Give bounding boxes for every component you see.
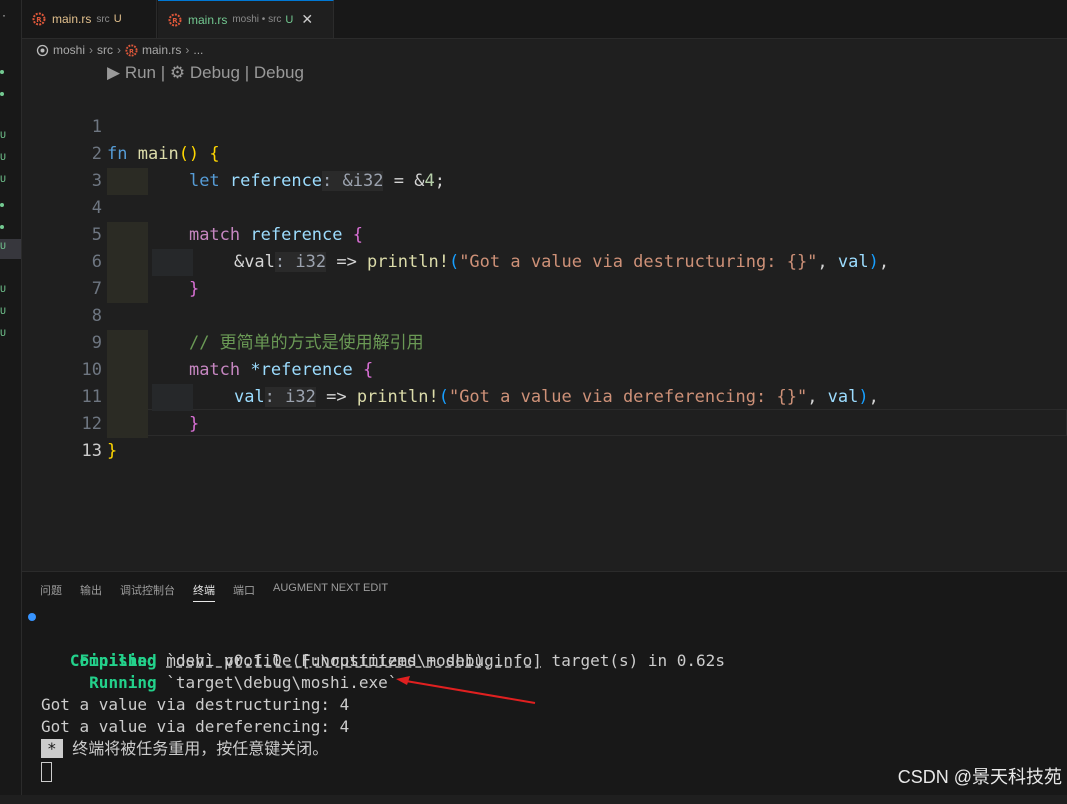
rust-file-icon: R [32,12,46,26]
close-icon[interactable]: ✕ [301,11,313,28]
status-dot-icon [0,92,4,96]
tab-augment-next-edit[interactable]: AUGMENT NEXT EDIT [273,582,388,602]
status-dot-icon [0,203,4,207]
terminal-line: Compiling moshi v0.1.0 (F:\rustitems\mos… [22,606,484,670]
git-status-u: U [0,175,7,186]
code-line: 4 match reference { [22,168,1067,249]
code-line: 8 // 更简单的方式是使用解引用 [22,276,1067,357]
chevron-right-icon: › [185,43,190,57]
tab-git-badge: U [285,13,294,26]
tab-ports[interactable]: 端口 [233,582,255,602]
annotation-arrow-icon [396,676,536,704]
terminal-line: Got a value via dereferencing: 4 [41,717,350,736]
svg-text:R: R [36,16,42,24]
code-line: 12 } [22,384,1067,461]
terminal-line: Running `target\debug\moshi.exe` [89,673,398,692]
rust-file-icon: R [168,13,182,26]
git-status-u: U [0,131,7,142]
breadcrumb-more[interactable]: ... [193,43,203,57]
status-dot-icon [0,70,4,74]
code-line: 3 [22,141,1067,191]
bottom-panel: 问题 输出 调试控制台 终端 端口 AUGMENT NEXT EDIT Comp… [22,571,1067,795]
svg-text:R: R [129,47,134,55]
breadcrumb-dir[interactable]: src [97,43,113,57]
watermark: CSDN @景天科技苑 [897,767,1062,787]
tab-description: moshi • src [232,14,282,25]
code-editor[interactable]: 1 fn main() { 2 let reference: &i32 = &4… [22,87,1067,567]
breadcrumb-root[interactable]: moshi [53,43,85,57]
terminal-line: Got a value via destructuring: 4 [41,695,350,714]
git-status-u: U [0,307,7,318]
play-icon: ▶ [107,63,121,82]
git-status-u: U [0,153,7,164]
code-line: 13 [22,411,1067,461]
terminal-cursor [41,761,52,782]
terminal-line: * 终端将被任务重用，按任意键关闭。 [22,716,328,758]
tab-git-badge: U [113,13,122,25]
tab-debug-console[interactable]: 调试控制台 [120,582,175,602]
tab-main-rs-moshi[interactable]: R main.rs moshi • src U ✕ [158,0,334,38]
tab-description: src [96,13,110,25]
code-line: 1 fn main() { [22,87,1067,164]
tab-filename: main.rs [52,12,92,26]
gear-icon: ⚙ [169,63,186,82]
git-status-u: U [0,329,7,340]
svg-text:R: R [172,17,178,25]
terminal-line: Finished `dev` profile [unoptimized + de… [79,651,725,670]
terminal-output[interactable]: Compiling moshi v0.1.0 (F:\rustitems\mos… [22,606,725,782]
tab-filename: main.rs [188,12,228,27]
task-status-dot-icon [28,613,36,621]
code-line: 9 match *reference { [22,303,1067,384]
editor-tab-bar: R main.rs src U R main.rs moshi • src U … [22,0,1067,39]
code-line: 5 &val: i32 => println!("Got a value via… [22,195,1067,276]
git-status-u: U [0,285,7,296]
panel-tabs: 问题 输出 调试控制台 终端 端口 AUGMENT NEXT EDIT [40,582,406,602]
codelens-debug-2[interactable]: Debug [254,63,304,82]
code-line: 7 [22,249,1067,299]
rust-file-icon: R [125,43,138,57]
breadcrumb: moshi › src › R main.rs › ... [36,40,203,60]
tab-output[interactable]: 输出 [80,582,102,602]
chevron-right-icon: › [117,43,122,57]
breadcrumb-file[interactable]: main.rs [142,43,181,57]
codelens: ▶ Run | ⚙ Debug | Debug [107,63,304,82]
chevron-right-icon: › [89,43,94,57]
tab-problems[interactable]: 问题 [40,582,62,602]
tab-terminal[interactable]: 终端 [193,582,215,602]
activity-bar: · U U U U U U U [0,0,22,795]
codelens-debug-1[interactable]: Debug [190,63,240,82]
more-icon[interactable]: · [2,8,6,22]
tab-main-rs-src[interactable]: R main.rs src U [22,0,157,38]
target-icon [36,44,49,56]
code-line: 11 } [22,357,1067,438]
code-line: 2 let reference: &i32 = &4; [22,114,1067,195]
line-number: 13 [81,441,102,461]
codelens-run[interactable]: Run [125,63,156,82]
code-line: 10 val: i32 => println!("Got a value via… [22,330,1067,411]
git-status-u: U [0,242,7,253]
terminal-line [22,738,80,782]
code-line: 6 } [22,222,1067,303]
status-dot-icon [0,225,4,229]
